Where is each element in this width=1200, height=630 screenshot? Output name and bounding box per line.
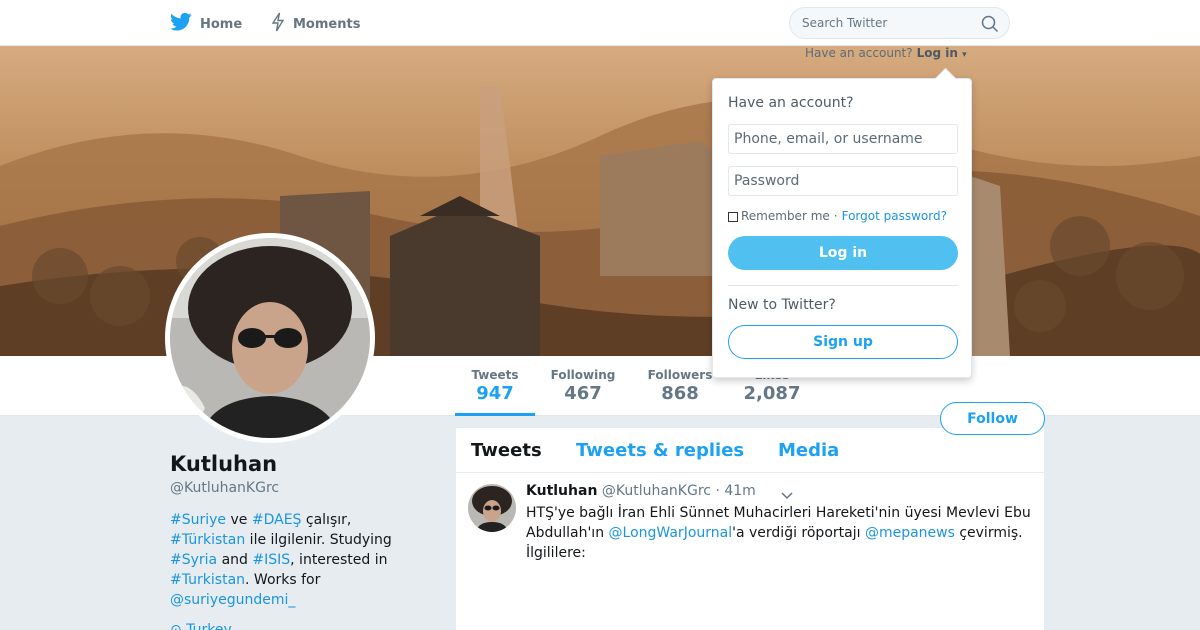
stat-followers[interactable]: Followers 868	[643, 368, 717, 404]
bio-text: ile ilgilenir. Studying	[245, 532, 392, 548]
tweet-text: HTŞ'ye bağlı İran Ehli Sünnet Muhacirler…	[526, 503, 1036, 563]
remember-checkbox[interactable]	[728, 212, 738, 222]
stat-tweets[interactable]: Tweets 947	[455, 368, 535, 416]
bio-text: ve	[226, 512, 252, 528]
signup-button[interactable]: Sign up	[728, 325, 958, 359]
bio-link[interactable]: #Suriye	[170, 512, 226, 528]
login-link-label: Log in	[916, 46, 958, 60]
search-box	[789, 7, 1010, 39]
tweet-mention-link[interactable]: @mepanews	[865, 525, 955, 541]
bio-text: çalışır,	[301, 512, 352, 528]
nav-home[interactable]: Home	[170, 12, 242, 36]
profile-bio: #Suriye ve #DAEŞ çalışır, #Türkistan ile…	[170, 510, 415, 610]
stat-followers-label: Followers	[647, 368, 713, 382]
bio-link[interactable]: #Türkistan	[170, 532, 245, 548]
remember-label[interactable]: Remember me	[741, 209, 830, 223]
tab-media[interactable]: Media	[778, 440, 839, 461]
bio-text: . Works for	[245, 572, 321, 588]
top-navigation: Home Moments	[0, 0, 1200, 46]
password-field[interactable]	[728, 166, 958, 196]
profile-location[interactable]: ⊙ Turkey	[170, 622, 232, 630]
tweet-time[interactable]: · 41m	[715, 483, 755, 499]
stat-tweets-label: Tweets	[471, 368, 519, 382]
bio-link[interactable]: #Syria	[170, 552, 217, 568]
avatar[interactable]	[165, 233, 375, 443]
bio-link[interactable]: @suriyegundemi_	[170, 592, 295, 608]
tweet-author[interactable]: Kutluhan	[526, 483, 597, 499]
nav-moments-label: Moments	[293, 16, 361, 32]
timeline: Tweets Tweets & replies Media Kutluhan @…	[456, 428, 1044, 630]
remember-row: Remember me · Forgot password?	[728, 209, 947, 223]
stat-following-value: 467	[564, 383, 602, 404]
bio-link[interactable]: #ISIS	[252, 552, 290, 568]
login-prompt-text: Have an account?	[805, 46, 913, 60]
tweet-text: 'a verdiği röportajı	[732, 525, 865, 541]
nav-home-label: Home	[200, 16, 243, 32]
tweet-handle[interactable]: @KutluhanKGrc	[602, 483, 711, 499]
location-pin-icon: ⊙	[170, 622, 182, 630]
bio-link[interactable]: #DAEŞ	[252, 512, 302, 528]
tab-tweets[interactable]: Tweets	[471, 440, 542, 461]
stat-followers-value: 868	[661, 383, 699, 404]
stat-likes-value: 2,087	[743, 383, 801, 404]
profile-location-text: Turkey	[186, 622, 232, 630]
tweet-avatar[interactable]	[468, 484, 516, 532]
divider	[728, 285, 958, 286]
follow-button[interactable]: Follow	[940, 402, 1045, 435]
stat-following[interactable]: Following 467	[545, 368, 621, 404]
separator-dot: ·	[833, 209, 838, 223]
new-to-twitter-text: New to Twitter?	[728, 297, 836, 313]
search-input[interactable]	[802, 16, 972, 30]
tab-tweets-replies[interactable]: Tweets & replies	[576, 440, 744, 461]
username-field[interactable]	[728, 124, 958, 154]
bio-text: and	[217, 552, 253, 568]
nav-moments[interactable]: Moments	[271, 12, 360, 36]
login-button[interactable]: Log in	[728, 236, 958, 270]
twitter-bird-icon	[170, 12, 200, 36]
search-icon[interactable]	[981, 15, 999, 37]
login-dropdown-title: Have an account?	[728, 95, 854, 111]
bio-link[interactable]: #Turkistan	[170, 572, 245, 588]
profile-handle[interactable]: @KutluhanKGrc	[170, 480, 279, 496]
bio-text: , interested in	[290, 552, 388, 568]
stat-following-label: Following	[550, 368, 616, 382]
login-link[interactable]: Log in ▾	[917, 46, 967, 60]
profile-name[interactable]: Kutluhan	[170, 452, 277, 476]
lightning-icon	[271, 12, 293, 36]
tweet-header: Kutluhan @KutluhanKGrc · 41m	[526, 483, 756, 499]
forgot-password-link[interactable]: Forgot password?	[842, 209, 947, 223]
stat-tweets-value: 947	[476, 383, 514, 404]
caret-down-icon: ▾	[962, 50, 967, 60]
tweet-mention-link[interactable]: @LongWarJournal	[609, 525, 733, 541]
login-dropdown: Have an account? Remember me · Forgot pa…	[712, 78, 972, 378]
login-prompt: Have an account? Log in ▾	[805, 46, 967, 60]
tweet-item[interactable]: Kutluhan @KutluhanKGrc · 41m HTŞ'ye bağl…	[456, 473, 1044, 629]
